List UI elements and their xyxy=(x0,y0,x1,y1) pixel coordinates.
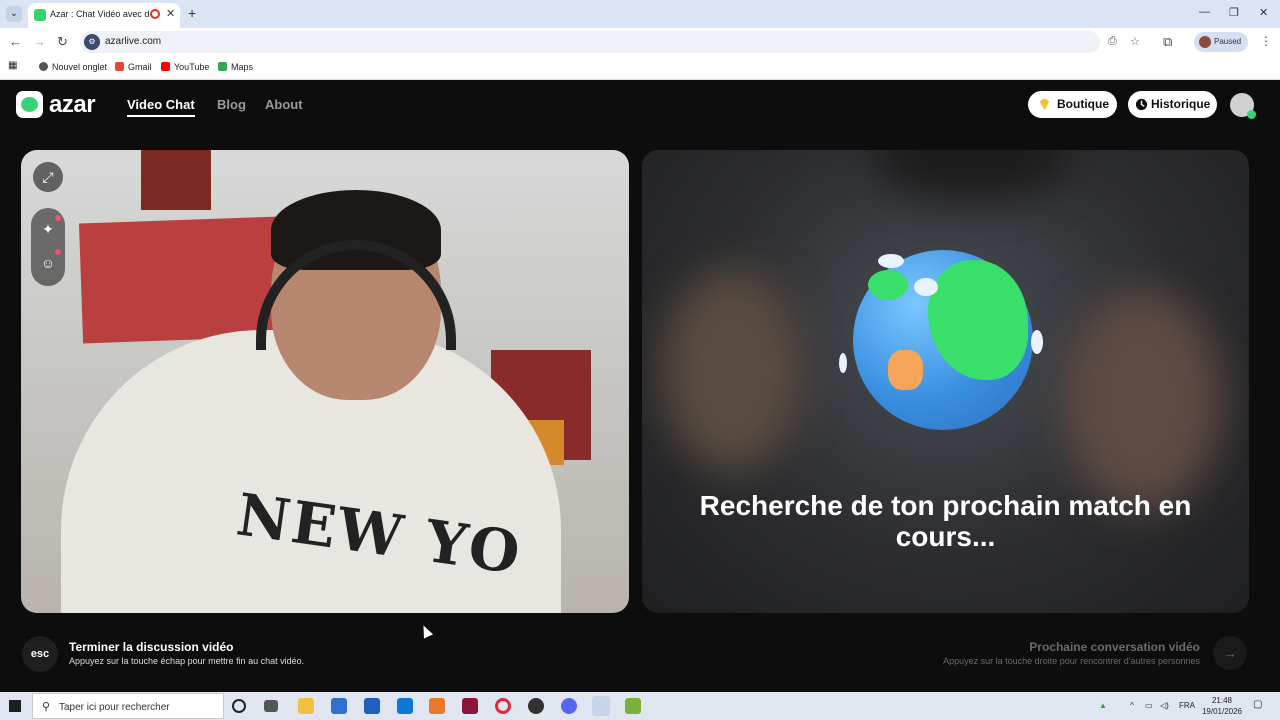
next-chat-arrow-icon[interactable]: → xyxy=(1213,636,1247,670)
tab-azar[interactable]: Azar : Chat Vidéo avec de n ✕ xyxy=(28,3,180,28)
taskbar-search[interactable]: ⚲ Taper ici pour rechercher xyxy=(32,693,224,719)
expand-video-icon[interactable]: ⤢ xyxy=(33,162,63,192)
self-video: NEW YO ⤢ ✦ ☺ xyxy=(21,150,629,613)
windows-taskbar: ⚲ Taper ici pour rechercher ▲ ^ ▭ ◁) FRA… xyxy=(0,692,1280,720)
opera-icon[interactable] xyxy=(495,698,511,714)
youtube-icon xyxy=(161,62,170,71)
extensions-icon[interactable]: ⧉ xyxy=(1163,34,1172,50)
install-app-icon[interactable]: ⎙ xyxy=(1108,35,1117,48)
task-view-icon[interactable] xyxy=(264,700,278,712)
outlook-icon[interactable] xyxy=(397,698,413,714)
language-indicator[interactable]: FRA xyxy=(1179,701,1195,710)
mail-icon[interactable] xyxy=(364,698,380,714)
browser-menu-icon[interactable]: ⋮ xyxy=(1260,34,1272,48)
clock-icon xyxy=(1135,98,1148,111)
close-window-icon[interactable]: ✕ xyxy=(1259,6,1268,19)
gmail-icon xyxy=(115,62,124,71)
end-chat-title: Terminer la discussion vidéo xyxy=(69,640,234,654)
nav-blog[interactable]: Blog xyxy=(217,97,246,112)
match-video: Recherche de ton prochain match en cours… xyxy=(642,150,1249,613)
bookmark-youtube[interactable]: YouTube xyxy=(161,62,209,72)
avatar xyxy=(1199,36,1211,48)
end-chat-button[interactable]: esc xyxy=(22,636,58,672)
azar-logo-icon xyxy=(16,91,43,118)
site-info-icon[interactable]: ⚙ xyxy=(84,34,100,50)
bookmark-new-tab[interactable]: Nouvel onglet xyxy=(39,62,107,72)
network-icon[interactable]: ▭ xyxy=(1145,701,1153,710)
gem-icon xyxy=(1039,98,1050,111)
azar-favicon-icon xyxy=(34,9,46,21)
cortana-icon[interactable] xyxy=(232,699,246,713)
app-a-icon[interactable] xyxy=(429,698,445,714)
address-bar[interactable]: ⚙ azarlive.com ⎙ ☆ xyxy=(80,31,1140,53)
obs-icon[interactable] xyxy=(528,698,544,714)
chrome-active-icon[interactable] xyxy=(592,696,610,716)
browser-tab-bar: ⌄ Azar : Chat Vidéo avec de n ✕ + — ❐ ✕ xyxy=(0,0,1280,28)
tab-list-button[interactable]: ⌄ xyxy=(6,6,22,22)
globe-icon xyxy=(853,250,1033,430)
close-tab-icon[interactable]: ✕ xyxy=(166,7,175,20)
next-chat-hint: Appuyez sur la touche droite pour rencon… xyxy=(943,656,1200,666)
effects-toolbar: ✦ ☺ xyxy=(31,208,65,286)
file-explorer-icon[interactable] xyxy=(298,698,314,714)
app-layers-icon[interactable] xyxy=(625,698,641,714)
browser-toolbar: ← → ↻ ⚙ azarlive.com ⎙ ☆ ⧉ Paused ⋮ xyxy=(0,28,1280,56)
minimize-icon[interactable]: — xyxy=(1199,6,1210,18)
tray-expand-icon[interactable]: ^ xyxy=(1130,701,1134,710)
windows-start-icon[interactable] xyxy=(9,700,21,712)
forward-icon[interactable]: → xyxy=(33,34,46,49)
restore-icon[interactable]: ❐ xyxy=(1229,6,1239,19)
bookmark-maps[interactable]: Maps xyxy=(218,62,253,72)
url-text[interactable]: azarlive.com xyxy=(105,36,161,47)
discord-icon[interactable] xyxy=(561,698,577,714)
user-profile-icon[interactable] xyxy=(1230,93,1256,119)
nav-about[interactable]: About xyxy=(265,97,303,112)
maps-icon xyxy=(218,62,227,71)
taskbar-clock[interactable]: 21:48 19/01/2026 xyxy=(1199,695,1245,717)
volume-icon[interactable]: ◁) xyxy=(1160,701,1169,710)
history-button[interactable]: Historique xyxy=(1128,91,1217,118)
shop-button[interactable]: Boutique xyxy=(1028,91,1117,118)
next-chat-title: Prochaine conversation vidéo xyxy=(1029,640,1200,654)
notifications-icon[interactable]: ▢ xyxy=(1253,699,1262,710)
bookmark-gmail[interactable]: Gmail xyxy=(115,62,152,72)
profile-status: Paused xyxy=(1214,37,1242,46)
app-v-icon[interactable] xyxy=(462,698,478,714)
bookmarks-bar: ▦ Nouvel onglet Gmail YouTube Maps xyxy=(0,56,1280,80)
azar-page: azar Video Chat Blog About Boutique Hist… xyxy=(0,80,1280,692)
store-icon[interactable] xyxy=(331,698,347,714)
new-tab-button[interactable]: + xyxy=(188,5,196,21)
back-icon[interactable]: ← xyxy=(9,34,22,49)
search-status-text: Recherche de ton prochain match en cours… xyxy=(699,490,1192,552)
tab-title: Azar : Chat Vidéo avec de n xyxy=(50,9,150,19)
globe-icon xyxy=(39,62,48,71)
nav-video-chat[interactable]: Video Chat xyxy=(127,97,195,117)
mouse-cursor xyxy=(418,623,434,639)
profile-button[interactable]: Paused xyxy=(1194,32,1248,52)
bookmark-star-icon[interactable]: ☆ xyxy=(1130,35,1140,48)
apps-grid-icon[interactable]: ▦ xyxy=(8,60,17,71)
reload-icon[interactable]: ↻ xyxy=(57,34,68,50)
end-chat-hint: Appuyez sur la touche échap pour mettre … xyxy=(69,656,305,666)
recording-icon xyxy=(150,9,160,19)
nvidia-icon[interactable]: ▲ xyxy=(1099,701,1107,710)
search-icon: ⚲ xyxy=(42,701,51,713)
